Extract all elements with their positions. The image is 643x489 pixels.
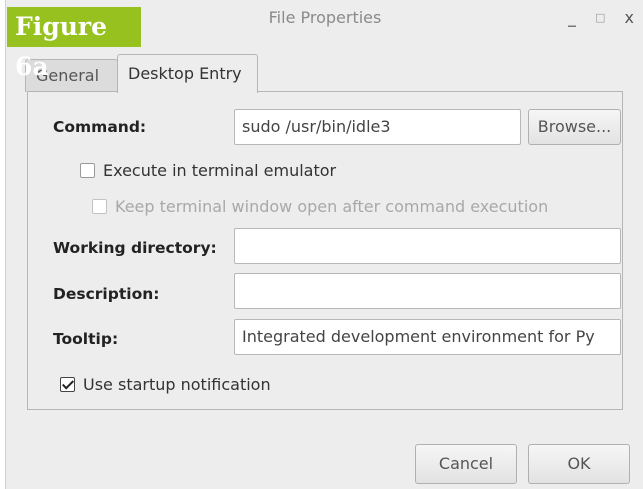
- cancel-button[interactable]: Cancel: [415, 444, 517, 484]
- working-directory-input[interactable]: [234, 228, 621, 264]
- desktop-entry-panel: Command: sudo /usr/bin/idle3 Browse... E…: [27, 91, 623, 410]
- startup-notification-checkbox[interactable]: [60, 377, 75, 392]
- keep-terminal-open-checkbox: [92, 199, 107, 214]
- command-label: Command:: [53, 118, 147, 136]
- startup-notification-row[interactable]: Use startup notification: [60, 375, 271, 394]
- keep-terminal-open-label: Keep terminal window open after command …: [115, 197, 549, 216]
- execute-in-terminal-label: Execute in terminal emulator: [103, 161, 337, 180]
- minimize-icon[interactable]: _: [568, 8, 576, 27]
- execute-in-terminal-row[interactable]: Execute in terminal emulator: [80, 161, 336, 180]
- browse-button[interactable]: Browse...: [528, 109, 621, 145]
- ok-button[interactable]: OK: [528, 444, 630, 484]
- tooltip-label: Tooltip:: [53, 330, 119, 348]
- tooltip-input[interactable]: Integrated development environment for P…: [234, 319, 621, 355]
- description-label: Description:: [53, 285, 160, 303]
- execute-in-terminal-checkbox[interactable]: [80, 163, 95, 178]
- tab-desktop-entry[interactable]: Desktop Entry: [117, 54, 258, 93]
- command-input[interactable]: sudo /usr/bin/idle3: [234, 109, 521, 145]
- description-input[interactable]: [234, 273, 621, 309]
- window-controls: _ □ x: [554, 8, 634, 27]
- figure-label: Figure 6a: [7, 7, 141, 81]
- keep-terminal-open-row: Keep terminal window open after command …: [92, 197, 548, 216]
- maximize-icon[interactable]: □: [595, 11, 605, 24]
- working-directory-label: Working directory:: [53, 239, 217, 257]
- file-properties-dialog: File Properties _ □ x General Desktop En…: [5, 0, 643, 489]
- startup-notification-label: Use startup notification: [83, 375, 271, 394]
- close-icon[interactable]: x: [625, 8, 634, 27]
